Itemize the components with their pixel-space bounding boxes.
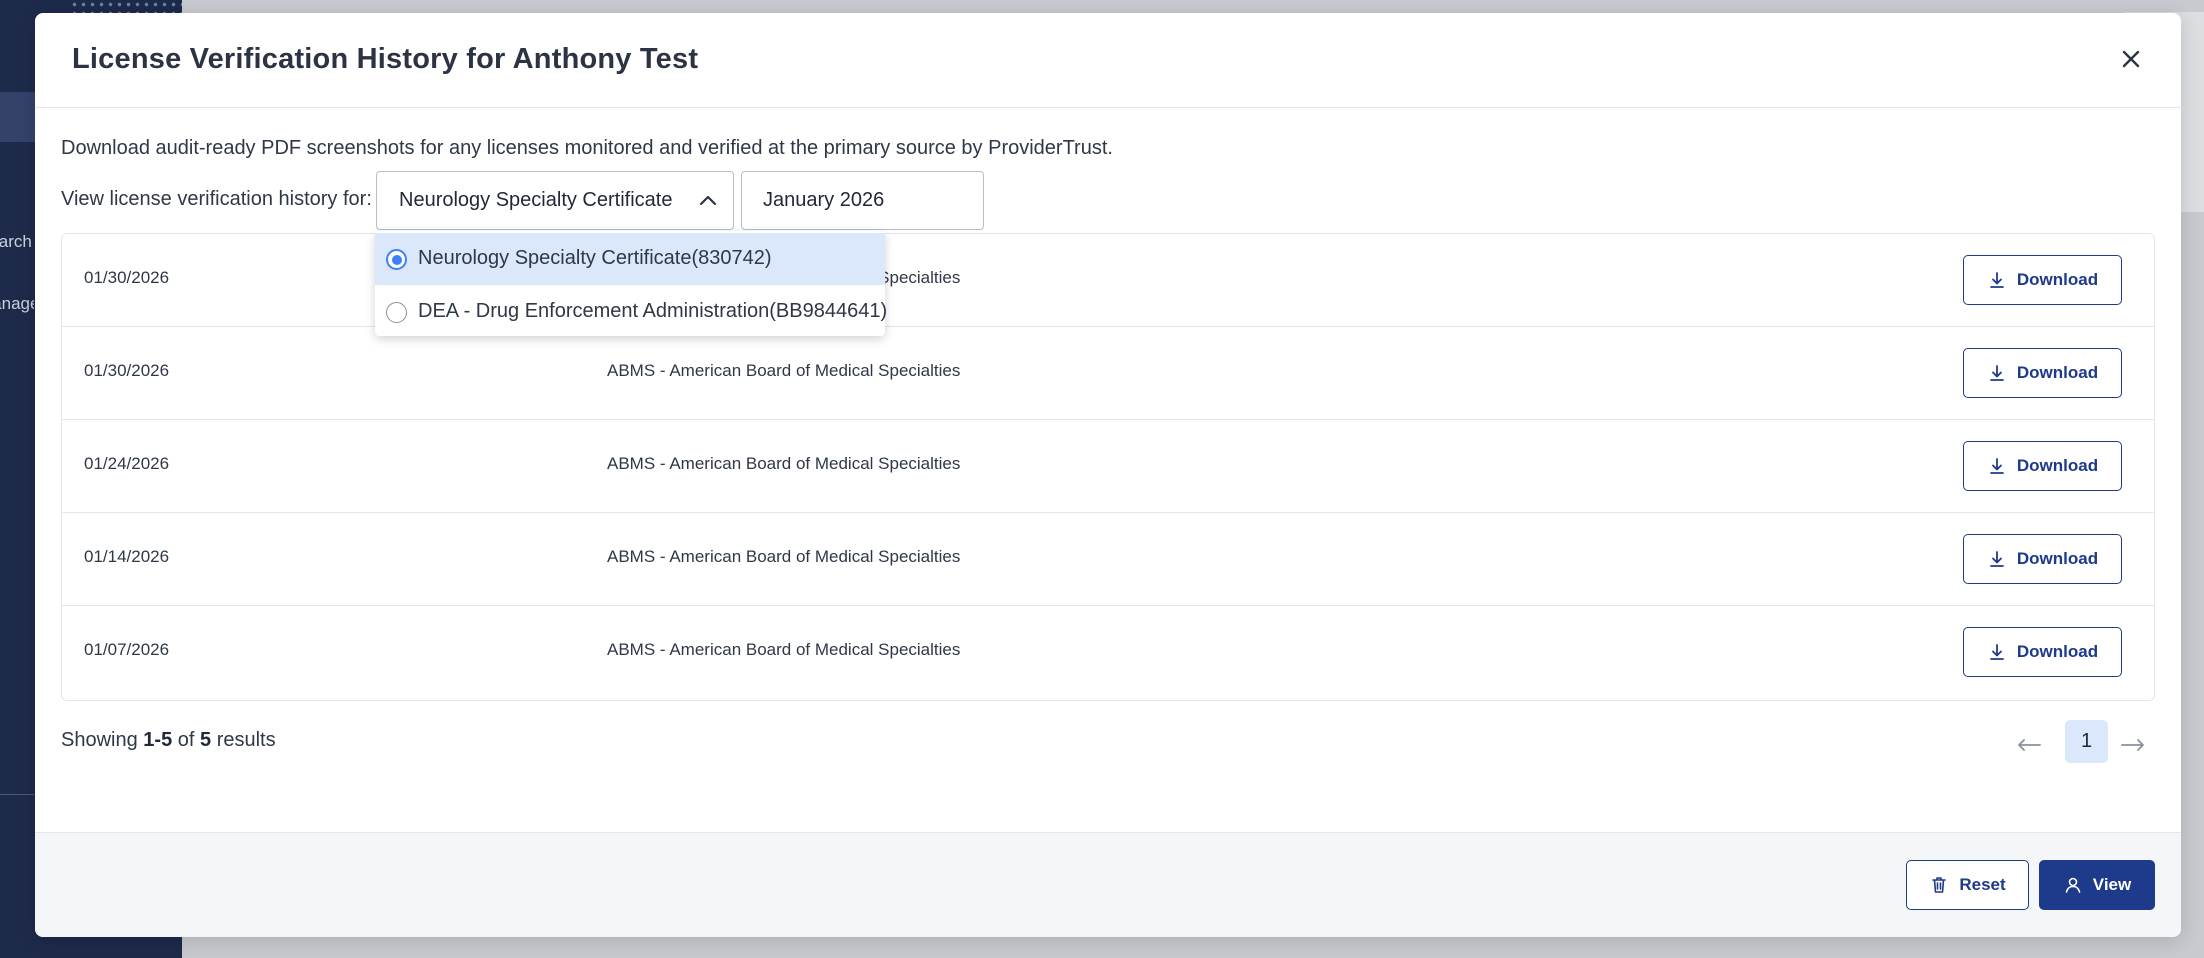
arrow-right-icon[interactable] bbox=[2120, 737, 2146, 753]
page-button-1[interactable]: 1 bbox=[2065, 720, 2108, 763]
reset-label: Reset bbox=[1959, 875, 2006, 894]
view-button[interactable]: View bbox=[2039, 860, 2155, 910]
close-button[interactable] bbox=[2115, 43, 2147, 75]
radio-unselected-icon bbox=[386, 302, 407, 323]
showing-total: 5 bbox=[200, 729, 212, 751]
arrow-left-icon[interactable] bbox=[2016, 737, 2042, 753]
row-date: 01/30/2026 bbox=[84, 268, 170, 287]
logo-pattern bbox=[70, 0, 182, 14]
download-icon bbox=[1989, 551, 2004, 567]
download-button[interactable]: Download bbox=[1963, 441, 2122, 491]
row-source: ABMS - American Board of Medical Special… bbox=[607, 640, 961, 659]
table-row: 01/24/2026 ABMS - American Board of Medi… bbox=[62, 420, 2154, 513]
sidebar-item-management: Management bbox=[0, 294, 34, 313]
license-option-dea[interactable]: DEA - Drug Enforcement Administration(BB… bbox=[375, 286, 888, 338]
license-dropdown-menu: Neurology Specialty Certificate(830742) … bbox=[375, 231, 888, 338]
download-label: Download bbox=[2016, 456, 2099, 475]
sidebar-active-item bbox=[0, 92, 36, 142]
showing-of: of bbox=[177, 729, 195, 751]
sidebar-divider bbox=[0, 794, 34, 795]
download-label: Download bbox=[2016, 549, 2099, 568]
row-date: 01/14/2026 bbox=[84, 547, 170, 566]
download-label: Download bbox=[2016, 363, 2099, 382]
row-source: ABMS - American Board of Medical Special… bbox=[607, 547, 961, 566]
row-source: ABMS - American Board of Medical Special… bbox=[607, 454, 961, 473]
license-option-neurology[interactable]: Neurology Specialty Certificate(830742) bbox=[375, 233, 885, 285]
download-button[interactable]: Download bbox=[1963, 534, 2122, 584]
table-row: 01/14/2026 ABMS - American Board of Medi… bbox=[62, 513, 2154, 606]
download-icon bbox=[1989, 644, 2004, 660]
radio-selected-icon bbox=[386, 249, 407, 270]
sidebar-item-search: Search bbox=[0, 232, 32, 251]
month-picker[interactable]: January 2026 bbox=[741, 171, 984, 230]
showing-range: 1-5 bbox=[143, 729, 173, 751]
showing-prefix: Showing bbox=[61, 729, 138, 751]
modal-title: License Verification History for Anthony… bbox=[72, 43, 699, 75]
download-icon bbox=[1989, 272, 2004, 288]
row-date: 01/07/2026 bbox=[84, 640, 170, 659]
download-button[interactable]: Download bbox=[1963, 627, 2122, 677]
license-history-modal: License Verification History for Anthony… bbox=[35, 13, 2181, 937]
modal-footer: Reset View bbox=[35, 832, 2181, 937]
month-picker-value: January 2026 bbox=[763, 189, 885, 211]
reset-button[interactable]: Reset bbox=[1906, 860, 2029, 910]
download-icon bbox=[1989, 458, 2004, 474]
table-row: 01/07/2026 ABMS - American Board of Medi… bbox=[62, 606, 2154, 699]
chevron-up-icon bbox=[699, 195, 717, 206]
download-label: Download bbox=[2016, 642, 2099, 661]
download-button[interactable]: Download bbox=[1963, 348, 2122, 398]
filter-label: View license verification history for: bbox=[61, 188, 372, 210]
option-label: Neurology Specialty Certificate(830742) bbox=[418, 247, 772, 269]
row-date: 01/24/2026 bbox=[84, 454, 170, 473]
modal-header: License Verification History for Anthony… bbox=[35, 13, 2181, 108]
trash-icon bbox=[1932, 877, 1947, 893]
license-select[interactable]: Neurology Specialty Certificate bbox=[376, 171, 734, 230]
pagination-summary: Showing 1-5 of 5 results bbox=[61, 729, 276, 752]
download-button[interactable]: Download bbox=[1963, 255, 2122, 305]
license-select-value: Neurology Specialty Certificate bbox=[399, 189, 673, 211]
option-label: DEA - Drug Enforcement Administration(BB… bbox=[418, 300, 888, 322]
user-icon bbox=[2065, 877, 2081, 893]
view-label: View bbox=[2092, 875, 2132, 894]
intro-text: Download audit-ready PDF screenshots for… bbox=[61, 137, 1113, 159]
close-icon bbox=[2122, 50, 2140, 68]
showing-results: results bbox=[216, 729, 276, 751]
row-date: 01/30/2026 bbox=[84, 361, 170, 380]
table-row: 01/30/2026 ABMS - American Board of Medi… bbox=[62, 327, 2154, 420]
row-source: ABMS - American Board of Medical Special… bbox=[607, 361, 961, 380]
download-label: Download bbox=[2016, 270, 2099, 289]
download-icon bbox=[1989, 365, 2004, 381]
